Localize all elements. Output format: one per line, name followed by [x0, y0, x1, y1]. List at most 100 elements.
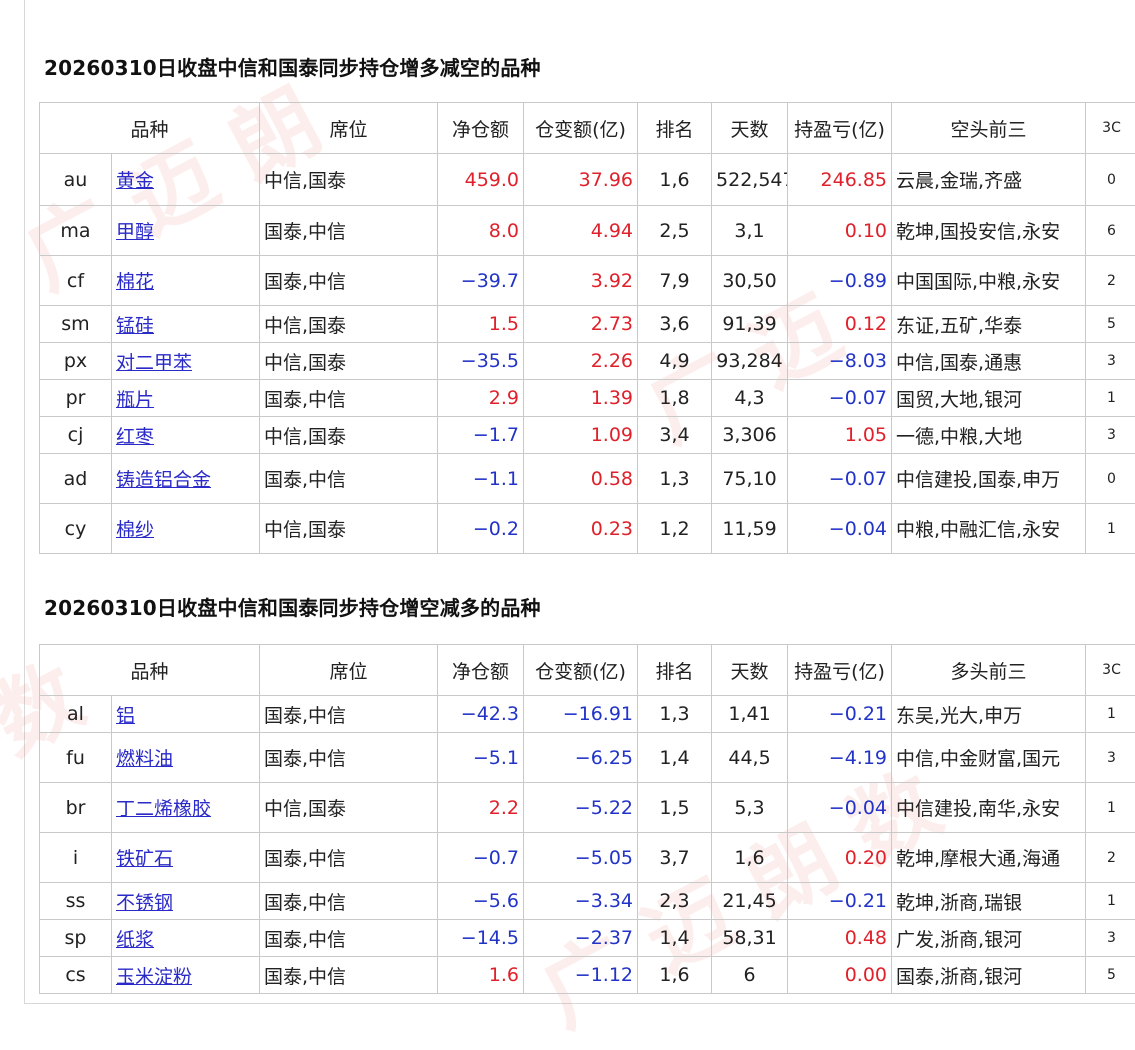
seat-cell: 国泰,中信: [260, 256, 438, 306]
days-cell: 93,284: [712, 343, 788, 380]
col-header-pnl: 持盈亏(亿): [788, 103, 892, 154]
table-row: cs玉米淀粉国泰,中信1.6−1.121,660.00国泰,浙商,银河5: [40, 957, 1135, 994]
variety-code: pr: [40, 380, 112, 417]
table-row: ma甲醇国泰,中信8.04.942,53,10.10乾坤,国投安信,永安6: [40, 206, 1135, 256]
3c-cell: 3: [1086, 920, 1135, 957]
net-position-cell: −14.5: [438, 920, 524, 957]
col-header-rank: 排名: [638, 645, 712, 696]
variety-name-cell: 瓶片: [112, 380, 260, 417]
seat-cell: 中信,国泰: [260, 154, 438, 206]
position-change-cell: −16.91: [524, 696, 638, 733]
position-change-cell: −5.05: [524, 833, 638, 883]
variety-code: sm: [40, 306, 112, 343]
seat-cell: 中信,国泰: [260, 783, 438, 833]
variety-code: ma: [40, 206, 112, 256]
top3-cell: 中粮,中融汇信,永安: [892, 504, 1086, 554]
variety-link[interactable]: 对二甲苯: [116, 352, 192, 374]
variety-name-cell: 甲醇: [112, 206, 260, 256]
days-cell: 21,45: [712, 883, 788, 920]
table-row: pr瓶片国泰,中信2.91.391,84,3−0.07国贸,大地,银河1: [40, 380, 1135, 417]
variety-link[interactable]: 锰硅: [116, 315, 154, 337]
pnl-cell: −8.03: [788, 343, 892, 380]
variety-code: sp: [40, 920, 112, 957]
col-header-seat: 席位: [260, 645, 438, 696]
variety-name-cell: 铸造铝合金: [112, 454, 260, 504]
pnl-cell: 246.85: [788, 154, 892, 206]
rank-cell: 2,5: [638, 206, 712, 256]
variety-link[interactable]: 燃料油: [116, 748, 173, 770]
position-change-cell: 1.39: [524, 380, 638, 417]
variety-name-cell: 对二甲苯: [112, 343, 260, 380]
variety-name-cell: 燃料油: [112, 733, 260, 783]
variety-code: al: [40, 696, 112, 733]
rank-cell: 1,3: [638, 696, 712, 733]
variety-link[interactable]: 甲醇: [116, 221, 154, 243]
table-row: sp纸浆国泰,中信−14.5−2.371,458,310.48广发,浙商,银河3: [40, 920, 1135, 957]
pnl-cell: 0.10: [788, 206, 892, 256]
days-cell: 3,306: [712, 417, 788, 454]
table-row: cy棉纱中信,国泰−0.20.231,211,59−0.04中粮,中融汇信,永安…: [40, 504, 1135, 554]
variety-link[interactable]: 玉米淀粉: [116, 966, 192, 988]
position-change-cell: 2.73: [524, 306, 638, 343]
table-row: i铁矿石国泰,中信−0.7−5.053,71,60.20乾坤,摩根大通,海通2: [40, 833, 1135, 883]
seat-cell: 中信,国泰: [260, 417, 438, 454]
seat-cell: 国泰,中信: [260, 883, 438, 920]
variety-link[interactable]: 铸造铝合金: [116, 469, 211, 491]
variety-link[interactable]: 瓶片: [116, 389, 154, 411]
variety-link[interactable]: 棉纱: [116, 519, 154, 541]
3c-cell: 3: [1086, 343, 1135, 380]
section2-title: 20260310日收盘中信和国泰同步持仓增空减多的品种: [44, 592, 541, 621]
variety-code: ad: [40, 454, 112, 504]
pnl-cell: −0.04: [788, 504, 892, 554]
table-row: cf棉花国泰,中信−39.73.927,930,50−0.89中国国际,中粮,永…: [40, 256, 1135, 306]
seat-cell: 国泰,中信: [260, 206, 438, 256]
days-cell: 1,41: [712, 696, 788, 733]
variety-code: fu: [40, 733, 112, 783]
table-row: au黄金中信,国泰459.037.961,6522,547246.85云晨,金瑞…: [40, 154, 1135, 206]
variety-link[interactable]: 棉花: [116, 271, 154, 293]
days-cell: 5,3: [712, 783, 788, 833]
table-row: ad铸造铝合金国泰,中信−1.10.581,375,10−0.07中信建投,国泰…: [40, 454, 1135, 504]
3c-cell: 2: [1086, 256, 1135, 306]
top3-cell: 一德,中粮,大地: [892, 417, 1086, 454]
table-row: cj红枣中信,国泰−1.71.093,43,3061.05一德,中粮,大地3: [40, 417, 1135, 454]
seat-cell: 国泰,中信: [260, 957, 438, 994]
variety-name-cell: 纸浆: [112, 920, 260, 957]
net-position-cell: −35.5: [438, 343, 524, 380]
variety-link[interactable]: 不锈钢: [116, 892, 173, 914]
net-position-cell: 2.2: [438, 783, 524, 833]
seat-cell: 国泰,中信: [260, 833, 438, 883]
3c-cell: 3: [1086, 733, 1135, 783]
3c-cell: 0: [1086, 454, 1135, 504]
position-change-cell: 3.92: [524, 256, 638, 306]
3c-cell: 1: [1086, 380, 1135, 417]
variety-code: br: [40, 783, 112, 833]
seat-cell: 国泰,中信: [260, 733, 438, 783]
pnl-cell: 0.20: [788, 833, 892, 883]
top3-cell: 中国国际,中粮,永安: [892, 256, 1086, 306]
variety-link[interactable]: 红枣: [116, 426, 154, 448]
variety-link[interactable]: 铝: [116, 705, 135, 727]
position-change-cell: 2.26: [524, 343, 638, 380]
rank-cell: 1,5: [638, 783, 712, 833]
days-cell: 1,6: [712, 833, 788, 883]
variety-link[interactable]: 纸浆: [116, 929, 154, 951]
col-header-variety: 品种: [40, 645, 260, 696]
net-position-cell: 1.6: [438, 957, 524, 994]
days-cell: 4,3: [712, 380, 788, 417]
seat-cell: 中信,国泰: [260, 306, 438, 343]
variety-link[interactable]: 丁二烯橡胶: [116, 798, 211, 820]
variety-link[interactable]: 黄金: [116, 170, 154, 192]
col-header-net: 净仓额: [438, 645, 524, 696]
top3-cell: 乾坤,国投安信,永安: [892, 206, 1086, 256]
top3-cell: 乾坤,摩根大通,海通: [892, 833, 1086, 883]
position-change-cell: −5.22: [524, 783, 638, 833]
days-cell: 44,5: [712, 733, 788, 783]
rank-cell: 3,4: [638, 417, 712, 454]
net-position-cell: −1.1: [438, 454, 524, 504]
long-increase-table: 品种 席位 净仓额 仓变额(亿) 排名 天数 持盈亏(亿) 空头前三 3C au…: [39, 102, 1135, 554]
variety-link[interactable]: 铁矿石: [116, 848, 173, 870]
col-header-top3: 空头前三: [892, 103, 1086, 154]
top3-cell: 国贸,大地,银河: [892, 380, 1086, 417]
rank-cell: 1,6: [638, 957, 712, 994]
